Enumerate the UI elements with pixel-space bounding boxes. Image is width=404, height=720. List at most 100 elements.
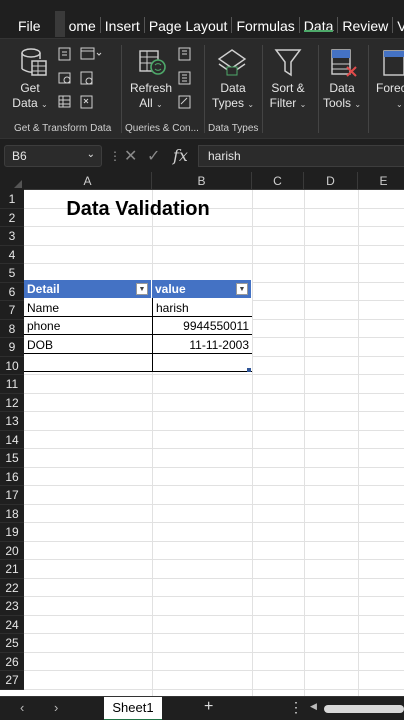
filter-dropdown-icon[interactable]: ▼ (236, 283, 248, 295)
row-header[interactable]: 23 (0, 597, 24, 616)
chevron-down-icon: ⌄ (155, 100, 163, 109)
table-cell[interactable]: Name (24, 298, 152, 317)
spreadsheet-grid[interactable]: A B C D E 1 2 3 4 5 6 7 8 9 10 11 12 13 14 15 16 17 18 19 2… (0, 172, 404, 696)
ribbon: Get Data ⌄ Get & Transform Data Refresh … (0, 38, 404, 138)
text-csv-icon[interactable] (58, 47, 72, 61)
data-types-button[interactable]: Data Types ⌄ (209, 81, 257, 112)
select-all-corner[interactable] (0, 172, 24, 190)
refresh-all-button[interactable]: Refresh All ⌄ (128, 81, 174, 112)
horizontal-scrollbar[interactable] (300, 705, 404, 713)
row-header[interactable]: 10 (0, 356, 24, 375)
gridline (252, 190, 253, 696)
table-cell[interactable]: 11-11-2003 (153, 335, 252, 354)
row-header[interactable]: 9 (0, 338, 24, 357)
table-header-value[interactable]: value ▼ (152, 280, 252, 298)
sort-filter-button[interactable]: Sort & Filter ⌄ (264, 81, 312, 112)
scrollbar-thumb[interactable] (324, 705, 404, 713)
scroll-left-icon[interactable]: ‹ (20, 700, 24, 715)
row-header[interactable]: 17 (0, 486, 24, 505)
tab-insert[interactable]: Insert (101, 0, 144, 38)
data-tools-label-2: Tools (322, 96, 351, 110)
table-cell[interactable]: harish (153, 298, 252, 317)
row-header[interactable]: 26 (0, 652, 24, 671)
table-cell[interactable] (153, 354, 252, 372)
column-header-d[interactable]: D (304, 172, 358, 190)
column-header-b[interactable]: B (152, 172, 252, 190)
edit-links-icon[interactable] (178, 95, 192, 109)
row-header[interactable]: 14 (0, 430, 24, 449)
gridline (24, 596, 404, 597)
data-source-icon[interactable] (80, 95, 94, 109)
gridline (24, 614, 404, 616)
forecast-button[interactable]: Forec ⌄ (376, 81, 404, 112)
existing-connections-icon[interactable] (58, 95, 72, 109)
row-header[interactable]: 27 (0, 671, 24, 690)
column-header-c[interactable]: C (252, 172, 304, 190)
row-header[interactable]: 22 (0, 578, 24, 597)
data-tools-button[interactable]: Data Tools ⌄ (320, 81, 364, 112)
row-header[interactable]: 16 (0, 467, 24, 486)
row-header[interactable]: 19 (0, 523, 24, 542)
row-header[interactable]: 12 (0, 393, 24, 412)
sheet-title-cell[interactable]: Data Validation (24, 190, 252, 227)
gridline (24, 263, 404, 264)
insert-function-icon[interactable]: fx (173, 146, 188, 165)
row-header[interactable]: 5 (0, 264, 24, 283)
add-sheet-button[interactable]: + (204, 698, 213, 716)
formula-input[interactable]: harish (198, 145, 404, 167)
data-tools-icon (331, 49, 357, 77)
gridline (24, 411, 404, 412)
row-header[interactable]: 8 (0, 319, 24, 338)
row-header[interactable]: 20 (0, 541, 24, 560)
table-cell[interactable]: phone (24, 317, 152, 335)
table-header-detail[interactable]: Detail ▼ (24, 280, 152, 298)
sheet-tab-bar: ‹ › Sheet1 + ⋮ ◀ (0, 696, 404, 720)
row-header[interactable]: 2 (0, 208, 24, 227)
tab-home[interactable]: ome (65, 0, 100, 38)
row-header[interactable]: 21 (0, 560, 24, 579)
row-header[interactable]: 15 (0, 449, 24, 468)
column-header-e[interactable]: E (358, 172, 404, 190)
recent-sources-icon[interactable] (80, 71, 94, 85)
row-header[interactable]: 18 (0, 504, 24, 523)
forecast-icon (383, 50, 404, 76)
gridline (24, 503, 404, 505)
name-box[interactable]: B6 ⌄ (4, 145, 102, 167)
get-data-button[interactable]: Get Data ⌄ (10, 81, 50, 112)
row-header[interactable]: 6 (0, 282, 24, 301)
cancel-icon[interactable]: ✕ (124, 146, 137, 166)
table-cell[interactable]: DOB (24, 335, 152, 354)
tab-data[interactable]: Data (300, 0, 338, 38)
row-header[interactable]: 24 (0, 615, 24, 634)
formula-bar-grip-icon[interactable]: ⋮ (109, 145, 121, 167)
tab-page-layout[interactable]: Page Layout (145, 0, 232, 38)
table-cell[interactable]: 9944550011 (153, 317, 252, 335)
enter-icon[interactable]: ✓ (147, 146, 160, 166)
row-header[interactable]: 13 (0, 412, 24, 431)
table-header-label: Detail (27, 282, 60, 296)
row-header[interactable]: 25 (0, 634, 24, 653)
gridline (24, 522, 404, 523)
column-header-a[interactable]: A (24, 172, 152, 190)
menu-bar: File ome Insert Page Layout Formulas Dat… (0, 0, 404, 38)
queries-connections-icon[interactable] (178, 47, 192, 61)
tab-file[interactable]: File (0, 0, 55, 38)
row-header[interactable]: 11 (0, 375, 24, 394)
filter-dropdown-icon[interactable]: ▼ (136, 283, 148, 295)
sheet-tab-sheet1[interactable]: Sheet1 (104, 697, 162, 720)
table-resize-handle[interactable] (247, 368, 251, 372)
tab-review[interactable]: Review (338, 0, 392, 38)
from-web-icon[interactable] (80, 47, 102, 61)
scroll-right-icon[interactable]: › (54, 700, 58, 715)
row-header[interactable]: 1 (0, 190, 24, 209)
grip-handle (54, 11, 65, 37)
from-table-icon[interactable] (58, 71, 72, 85)
properties-icon[interactable] (178, 71, 192, 85)
tab-formulas[interactable]: Formulas (232, 0, 298, 38)
row-header[interactable]: 3 (0, 227, 24, 246)
row-header[interactable]: 7 (0, 301, 24, 320)
gridline (24, 559, 404, 560)
table-cell[interactable] (24, 354, 152, 372)
row-header[interactable]: 4 (0, 245, 24, 264)
tab-view[interactable]: View (393, 0, 404, 38)
